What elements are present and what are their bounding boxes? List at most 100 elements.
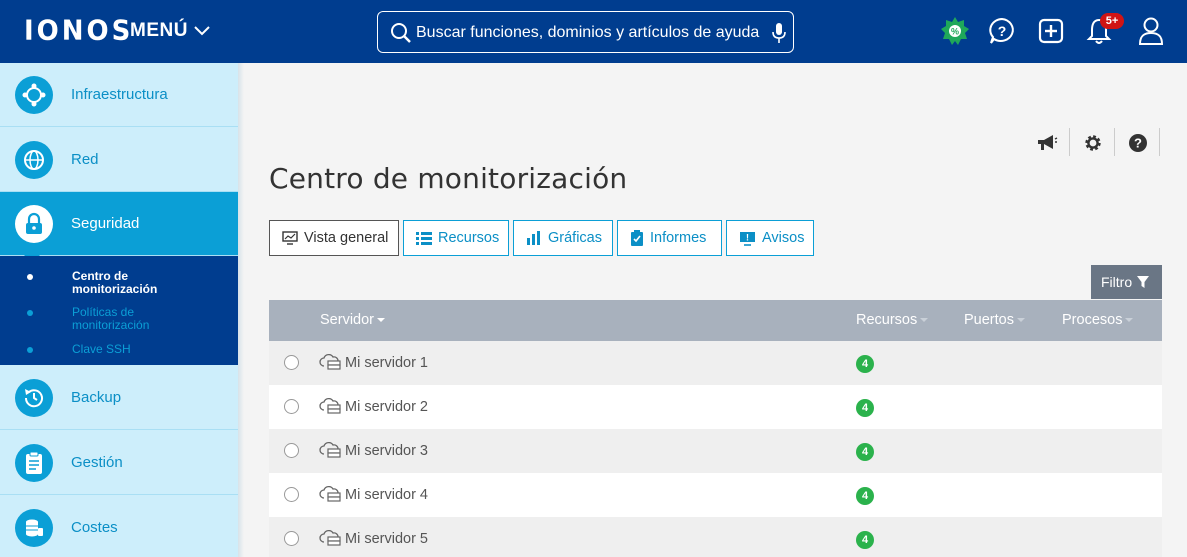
column-header-puertos[interactable]: Puertos — [964, 312, 1025, 328]
sidebar-item-gestion[interactable]: Gestión — [0, 431, 238, 495]
sort-caret-icon — [1016, 318, 1025, 322]
cloud-server-icon — [319, 354, 341, 370]
cloud-server-icon — [319, 486, 341, 502]
sidebar: Infraestructura Red Seguridad Centro de … — [0, 63, 244, 557]
search-box — [377, 11, 794, 53]
report-clipboard-icon — [631, 230, 643, 246]
funnel-icon — [1137, 276, 1150, 288]
table-row[interactable]: Mi servidor 2 4 — [269, 385, 1162, 429]
current-bullet — [27, 274, 33, 280]
cloud-server-icon — [319, 398, 341, 414]
row-radio[interactable] — [284, 487, 299, 502]
tab-graficas[interactable]: Gráficas — [513, 220, 613, 256]
tab-label: Informes — [650, 230, 707, 246]
sidebar-item-red[interactable]: Red — [0, 128, 238, 192]
sidebar-item-backup[interactable]: Backup — [0, 366, 238, 430]
row-radio[interactable] — [284, 399, 299, 414]
notification-count-badge: 5+ — [1100, 13, 1124, 29]
alert-monitor-icon: ! — [740, 231, 755, 246]
divider — [1114, 128, 1115, 156]
help-icon[interactable]: ? — [1127, 132, 1149, 154]
table-row[interactable]: Mi servidor 5 4 — [269, 517, 1162, 557]
resources-count-badge: 4 — [856, 355, 874, 373]
menu-label: MENÚ — [130, 20, 188, 41]
sidebar-item-label: Backup — [71, 389, 122, 406]
row-radio[interactable] — [284, 355, 299, 370]
promo-badge-icon[interactable]: % — [940, 16, 970, 46]
server-name[interactable]: Mi servidor 1 — [345, 355, 428, 371]
sidebar-item-label: Seguridad — [71, 215, 140, 232]
sidebar-item-seguridad[interactable]: Seguridad — [0, 192, 238, 263]
sort-caret-icon — [377, 318, 385, 322]
column-header-recursos[interactable]: Recursos — [856, 312, 929, 328]
cloud-server-icon — [319, 530, 341, 546]
lock-icon — [15, 205, 53, 243]
table-row[interactable]: Mi servidor 4 4 — [269, 473, 1162, 517]
main-menu-button[interactable]: MENÚ — [130, 20, 210, 42]
tab-vista-general[interactable]: Vista general — [269, 220, 399, 256]
column-header-procesos[interactable]: Procesos — [1062, 312, 1134, 328]
tab-label: Vista general — [304, 230, 389, 246]
svg-text:%: % — [951, 27, 959, 37]
add-icon[interactable] — [1036, 16, 1066, 46]
bullet — [27, 310, 33, 316]
sidebar-item-label: Gestión — [71, 454, 123, 471]
svg-text:?: ? — [998, 23, 1007, 39]
sidebar-item-infraestructura[interactable]: Infraestructura — [0, 63, 238, 127]
ionos-logo[interactable]: IONOS — [24, 15, 133, 47]
svg-text:!: ! — [746, 232, 749, 242]
microphone-icon[interactable] — [772, 22, 786, 44]
server-name[interactable]: Mi servidor 2 — [345, 399, 428, 415]
monitor-chart-icon — [282, 231, 298, 245]
tab-informes[interactable]: Informes — [617, 220, 722, 256]
resources-count-badge: 4 — [856, 399, 874, 417]
tab-label: Avisos — [762, 230, 805, 246]
backup-clock-icon — [15, 379, 53, 417]
server-name[interactable]: Mi servidor 4 — [345, 487, 428, 503]
row-radio[interactable] — [284, 443, 299, 458]
cloud-server-icon — [319, 442, 341, 458]
server-name[interactable]: Mi servidor 3 — [345, 443, 428, 459]
coins-icon — [15, 509, 53, 547]
tab-recursos[interactable]: Recursos — [403, 220, 509, 256]
bullet — [27, 347, 33, 353]
search-input[interactable] — [416, 20, 761, 46]
sort-caret-icon — [1125, 318, 1134, 322]
table-header: Servidor Recursos Puertos Procesos — [269, 300, 1162, 341]
top-bar: IONOS MENÚ % ? 5+ — [0, 0, 1187, 63]
divider — [1069, 128, 1070, 156]
filter-label: Filtro — [1101, 274, 1133, 290]
filter-button[interactable]: Filtro — [1091, 265, 1162, 299]
chevron-down-icon — [194, 26, 210, 36]
subnav-item-centro-de-monitorizacion[interactable]: Centro de monitorización — [72, 270, 157, 296]
security-subnav: Centro de monitorización Políticas de mo… — [0, 256, 238, 365]
resources-count-badge: 4 — [856, 531, 874, 549]
column-header-servidor[interactable]: Servidor — [320, 312, 385, 328]
network-globe-icon — [15, 141, 53, 179]
server-name[interactable]: Mi servidor 5 — [345, 531, 428, 547]
row-radio[interactable] — [284, 531, 299, 546]
svg-text:?: ? — [1134, 136, 1142, 151]
tab-avisos[interactable]: ! Avisos — [726, 220, 814, 256]
sidebar-item-label: Red — [71, 151, 99, 168]
help-chat-icon[interactable]: ? — [987, 16, 1017, 46]
page-title: Centro de monitorización — [269, 162, 628, 195]
sort-caret-icon — [920, 318, 929, 322]
gear-icon[interactable] — [1082, 132, 1104, 154]
subnav-item-politicas-de-monitorizacion[interactable]: Políticas de monitorización — [72, 306, 149, 332]
resources-count-badge: 4 — [856, 487, 874, 505]
user-icon[interactable] — [1136, 16, 1166, 46]
table-row[interactable]: Mi servidor 3 4 — [269, 429, 1162, 473]
tab-label: Gráficas — [548, 230, 602, 246]
tab-label: Recursos — [438, 230, 500, 246]
bar-chart-icon — [527, 231, 540, 245]
megaphone-icon[interactable] — [1036, 132, 1058, 154]
search-icon — [391, 23, 411, 43]
resources-count-badge: 4 — [856, 443, 874, 461]
sidebar-item-costes[interactable]: Costes — [0, 496, 238, 557]
table-row[interactable]: Mi servidor 1 4 — [269, 341, 1162, 385]
sidebar-item-label: Costes — [71, 519, 118, 536]
subnav-item-clave-ssh[interactable]: Clave SSH — [72, 343, 131, 356]
infrastructure-icon — [15, 76, 53, 114]
sidebar-item-label: Infraestructura — [71, 86, 168, 103]
